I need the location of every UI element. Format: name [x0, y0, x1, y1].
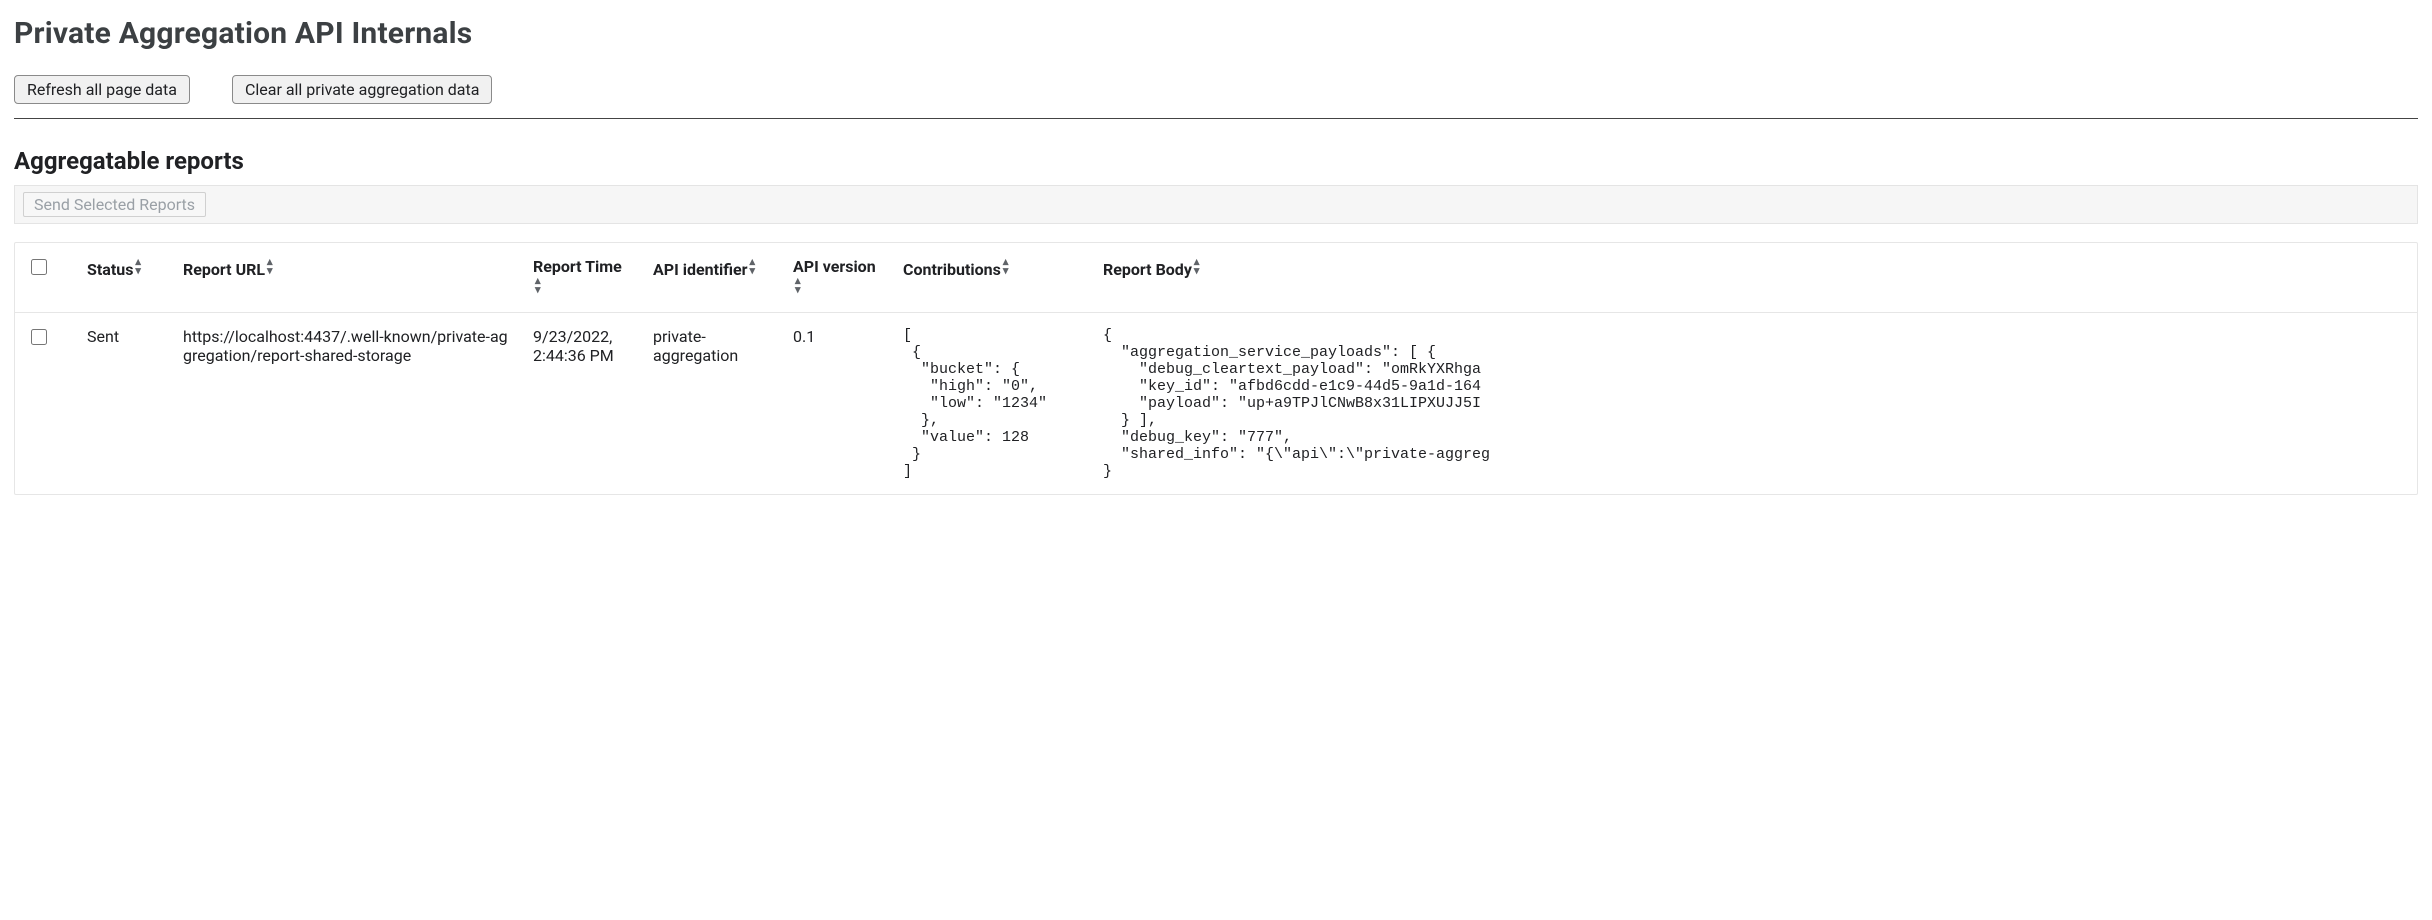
sort-icon	[135, 256, 141, 276]
select-all-checkbox[interactable]	[31, 259, 47, 275]
divider	[14, 118, 2418, 119]
cell-api-identifier: private-aggregation	[641, 313, 781, 495]
col-api-ver-label: API version	[793, 257, 876, 276]
cell-report-body: { "aggregation_service_payloads": [ { "d…	[1091, 313, 2417, 495]
section-title: Aggregatable reports	[14, 147, 2418, 175]
section-toolbar: Send Selected Reports	[14, 185, 2418, 224]
col-api-identifier[interactable]: API identifier	[641, 243, 781, 313]
reports-table-wrap: Status Report URL Report Time API identi…	[14, 242, 2418, 495]
sort-icon	[1003, 256, 1009, 276]
sort-icon	[749, 256, 755, 276]
cell-status: Sent	[75, 313, 171, 495]
table-header-row: Status Report URL Report Time API identi…	[15, 243, 2417, 313]
send-selected-button: Send Selected Reports	[23, 192, 206, 217]
col-url-label: Report URL	[183, 260, 265, 279]
col-contributions[interactable]: Contributions	[891, 243, 1091, 313]
col-api-version[interactable]: API version	[781, 243, 891, 313]
cell-report-url: https://localhost:4437/.well-known/priva…	[171, 313, 521, 495]
refresh-button[interactable]: Refresh all page data	[14, 75, 190, 104]
cell-checkbox	[15, 313, 75, 495]
page-title: Private Aggregation API Internals	[14, 16, 2418, 51]
col-api-id-label: API identifier	[653, 260, 747, 279]
sort-icon	[1194, 256, 1200, 276]
cell-report-time: 9/23/2022, 2:44:36 PM	[521, 313, 641, 495]
sort-icon	[267, 256, 273, 276]
reports-table: Status Report URL Report Time API identi…	[15, 243, 2417, 494]
col-report-body[interactable]: Report Body	[1091, 243, 2417, 313]
col-status-label: Status	[87, 260, 133, 279]
row-checkbox[interactable]	[31, 329, 47, 345]
contributions-json: [ { "bucket": { "high": "0", "low": "123…	[903, 327, 1079, 480]
table-row: Sent https://localhost:4437/.well-known/…	[15, 313, 2417, 495]
sort-icon	[535, 275, 541, 295]
col-time-label: Report Time	[533, 257, 622, 276]
clear-data-button[interactable]: Clear all private aggregation data	[232, 75, 493, 104]
col-report-time[interactable]: Report Time	[521, 243, 641, 313]
col-contrib-label: Contributions	[903, 260, 1001, 279]
cell-contributions: [ { "bucket": { "high": "0", "low": "123…	[891, 313, 1091, 495]
col-body-label: Report Body	[1103, 260, 1192, 279]
report-body-json: { "aggregation_service_payloads": [ { "d…	[1103, 327, 2405, 480]
col-report-url[interactable]: Report URL	[171, 243, 521, 313]
sort-icon	[795, 275, 801, 295]
cell-api-version: 0.1	[781, 313, 891, 495]
col-status[interactable]: Status	[75, 243, 171, 313]
global-toolbar: Refresh all page data Clear all private …	[14, 75, 2418, 104]
col-select-all	[15, 243, 75, 313]
